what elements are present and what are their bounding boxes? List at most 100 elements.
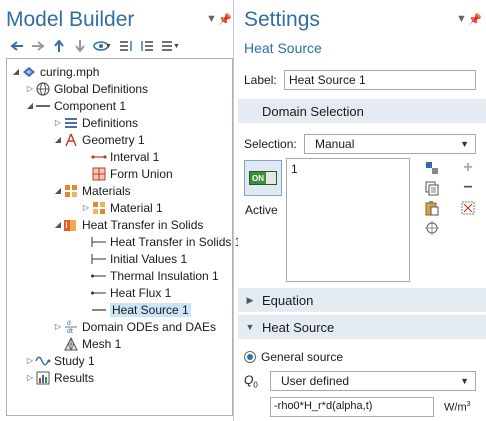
settings-subtitle: Heat Source xyxy=(244,40,322,56)
clipboard-icon[interactable] xyxy=(424,200,440,216)
tree-node-component[interactable]: ◢ Component 1 xyxy=(25,97,126,114)
expand-arrow-icon[interactable]: ▷ xyxy=(53,118,63,127)
svg-text:d: d xyxy=(67,320,71,327)
component-icon xyxy=(35,99,51,113)
q0-symbol: Q0 xyxy=(244,372,258,390)
pin-icon[interactable]: 📌 xyxy=(218,13,232,26)
general-source-radio[interactable]: General source xyxy=(244,350,343,364)
settings-panel: Settings ▼ 📌 Heat Source Label: Heat Sou… xyxy=(238,0,486,421)
tree-node-interval[interactable]: Interval 1 xyxy=(81,148,159,165)
add-icon[interactable]: + xyxy=(460,159,476,176)
collapse-arrow-icon[interactable]: ◢ xyxy=(53,135,63,144)
q0-mode-dropdown[interactable]: User defined ▼ xyxy=(270,371,476,391)
tree-node-study[interactable]: ▷ Study 1 xyxy=(25,352,95,369)
collapse-all-icon[interactable] xyxy=(137,37,158,55)
pin-icon[interactable]: 📌 xyxy=(468,13,482,26)
domain-feature-icon xyxy=(91,252,107,266)
model-builder-title: Model Builder xyxy=(6,8,135,31)
model-builder-toolbar: ▼ ▼ xyxy=(6,37,184,55)
tree-node-root[interactable]: ◢ curing.mph xyxy=(11,63,99,80)
boundary-feature-icon xyxy=(91,286,107,300)
interval-icon xyxy=(91,150,107,164)
tree-node-mesh[interactable]: Mesh 1 xyxy=(53,335,121,352)
form-union-icon xyxy=(91,167,107,181)
equation-header[interactable]: ▶ Equation xyxy=(238,288,486,312)
tree-node-form-union[interactable]: Form Union xyxy=(81,165,173,182)
paste-selection-icon[interactable] xyxy=(424,160,440,176)
list-item[interactable]: 1 xyxy=(291,162,405,176)
label-field[interactable]: Heat Source 1 xyxy=(284,70,476,90)
tree-node-hts-1[interactable]: Heat Transfer in Solids 1 xyxy=(81,233,241,250)
chevron-down-icon: ▼ xyxy=(460,376,469,386)
tree-node-domain-odes[interactable]: ▷ d dt Domain ODEs and DAEs xyxy=(53,318,216,335)
tree-node-heat-transfer[interactable]: ◢ Heat Transfer in Solids xyxy=(53,216,203,233)
selection-tools-right: + − xyxy=(460,159,476,216)
chevron-down-icon[interactable]: ▼ xyxy=(105,43,112,50)
selection-row: Selection: Manual ▼ xyxy=(244,134,476,154)
active-toggle-button[interactable]: ON xyxy=(244,160,282,196)
tree-node-heat-flux[interactable]: Heat Flux 1 xyxy=(81,284,171,301)
results-icon xyxy=(35,371,51,385)
domain-feature-icon xyxy=(91,303,107,317)
radio-button[interactable] xyxy=(244,351,256,363)
globe-icon xyxy=(35,81,51,96)
move-up-icon[interactable] xyxy=(48,37,69,55)
model-builder-panel: Model Builder ▼ 📌 ▼ ▼ ◢ curing.mph ▷ Glo… xyxy=(0,0,241,421)
collapse-arrow-icon: ▼ xyxy=(245,322,255,332)
expand-all-icon[interactable] xyxy=(116,37,137,55)
label-caption: Label: xyxy=(244,73,277,87)
zoom-to-selection-icon[interactable] xyxy=(424,220,440,236)
copy-selection-icon[interactable] xyxy=(424,180,440,196)
heat-transfer-icon xyxy=(63,218,79,232)
panel-dropdown-icon[interactable]: ▼ xyxy=(456,13,467,25)
active-label: Active xyxy=(245,203,278,217)
remove-icon[interactable]: − xyxy=(460,179,476,196)
tree-node-geometry[interactable]: ◢ Geometry 1 xyxy=(53,131,145,148)
q0-row: Q0 User defined ▼ xyxy=(244,371,476,391)
selection-list[interactable]: 1 xyxy=(286,158,410,282)
tree-node-material[interactable]: ▷ Material 1 xyxy=(81,199,163,216)
settings-title: Settings xyxy=(244,8,320,31)
tree-node-definitions[interactable]: ▷ Definitions xyxy=(53,114,138,131)
panel-dropdown-icon[interactable]: ▼ xyxy=(206,13,217,25)
tree-node-results[interactable]: ▷ Results xyxy=(25,369,94,386)
collapse-arrow-icon[interactable]: ◢ xyxy=(53,220,63,229)
heat-source-header[interactable]: ▼ Heat Source xyxy=(238,315,486,339)
svg-text:dt: dt xyxy=(67,328,74,335)
chevron-down-icon[interactable]: ▼ xyxy=(173,43,180,50)
expand-arrow-icon[interactable]: ▷ xyxy=(25,356,35,365)
tree-node-initial-values[interactable]: Initial Values 1 xyxy=(81,250,187,267)
selection-caption: Selection: xyxy=(244,137,297,151)
heat-source-expression-field[interactable]: -rho0*H_r*d(alpha,t) xyxy=(270,397,434,417)
back-arrow-icon[interactable] xyxy=(6,37,27,55)
collapse-arrow-icon[interactable]: ◢ xyxy=(25,101,35,110)
boundary-feature-icon xyxy=(91,269,107,283)
selection-dropdown[interactable]: Manual ▼ xyxy=(304,134,476,154)
expand-arrow-icon[interactable]: ▷ xyxy=(25,373,35,382)
chevron-down-icon: ▼ xyxy=(460,139,469,149)
selection-tools-left xyxy=(424,160,440,236)
mesh-icon xyxy=(63,336,79,351)
expand-arrow-icon[interactable]: ▷ xyxy=(81,203,91,212)
expand-arrow-icon[interactable]: ▷ xyxy=(25,84,35,93)
study-icon xyxy=(35,354,51,368)
tree-node-global-definitions[interactable]: ▷ Global Definitions xyxy=(25,80,148,97)
tree-node-materials[interactable]: ◢ Materials xyxy=(53,182,131,199)
collapse-arrow-icon[interactable]: ◢ xyxy=(11,67,21,76)
ode-icon: d dt xyxy=(63,320,79,335)
material-icon xyxy=(91,201,107,215)
unit-label: W/m3 xyxy=(444,400,471,414)
tree-node-heat-source[interactable]: Heat Source 1 xyxy=(81,301,191,318)
forward-arrow-icon[interactable] xyxy=(27,37,48,55)
move-down-icon[interactable] xyxy=(69,37,90,55)
domain-feature-icon xyxy=(91,235,107,249)
model-tree: ◢ curing.mph ▷ Global Definitions ◢ Comp… xyxy=(6,58,241,416)
expression-row: -rho0*H_r*d(alpha,t) W/m3 xyxy=(270,397,471,417)
expand-arrow-icon: ▶ xyxy=(246,294,254,305)
clear-selection-icon[interactable] xyxy=(460,200,476,216)
expand-arrow-icon[interactable]: ▷ xyxy=(53,322,63,331)
domain-selection-header[interactable]: Domain Selection xyxy=(238,99,486,123)
tree-node-thermal-insulation[interactable]: Thermal Insulation 1 xyxy=(81,267,219,284)
collapse-arrow-icon[interactable]: ◢ xyxy=(53,186,63,195)
definitions-icon xyxy=(63,116,79,130)
